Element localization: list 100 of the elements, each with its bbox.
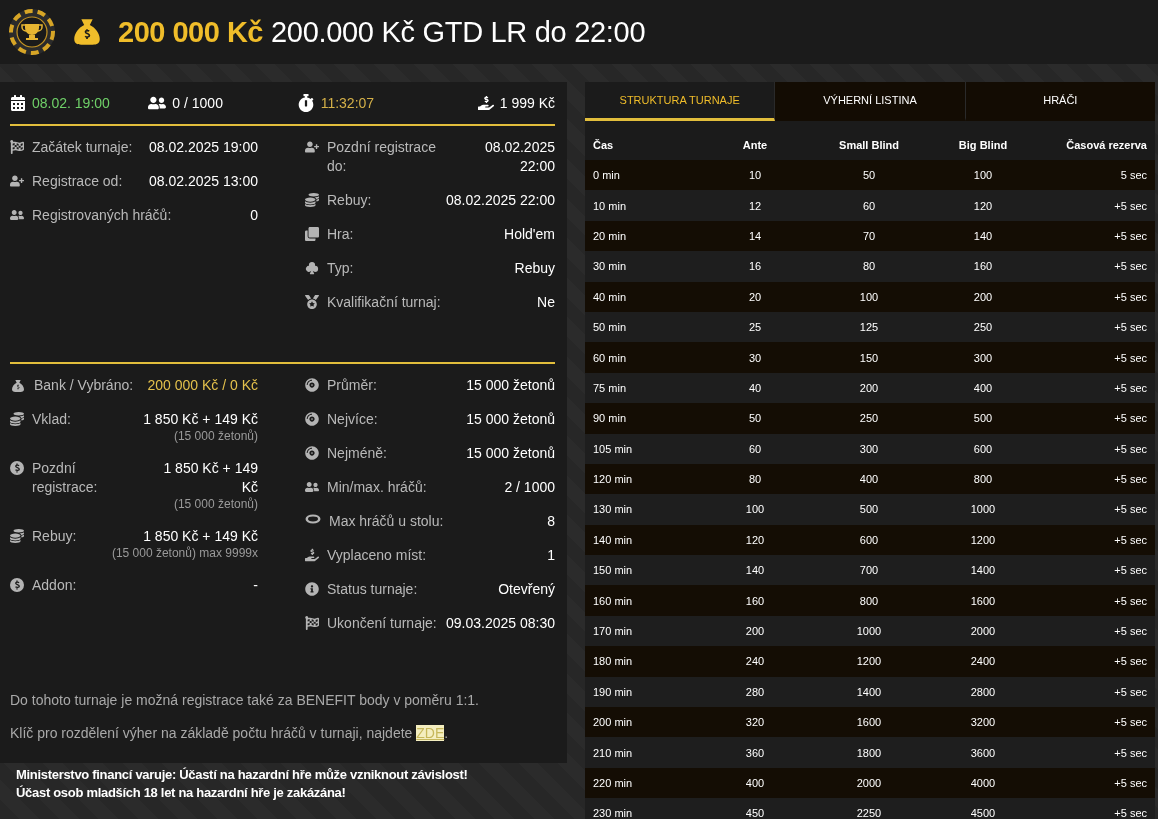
table-cell-text: 60	[747, 442, 763, 455]
table-cell-text: +5 sec	[1113, 351, 1147, 364]
table-cell-text: 200 min	[593, 716, 634, 729]
field-label: Status turnaje:	[327, 580, 418, 599]
tab[interactable]: VÝHERNÍ LISTINA	[775, 82, 966, 121]
field-value: 2 / 1000	[504, 478, 555, 497]
table-cell-text: +5 sec	[1113, 473, 1147, 486]
table-cell-text: 2250	[855, 807, 883, 819]
field-value: 08.02.2025 13:00	[149, 172, 258, 191]
table-cell-text: 120 min	[593, 473, 634, 486]
table-cell-text: 0 min	[593, 169, 621, 182]
field-label: Addon:	[32, 576, 77, 595]
column-header: Small Blind	[838, 138, 900, 151]
table-cell-text: 60	[861, 199, 877, 212]
club-suit-icon	[305, 261, 319, 275]
table-cell-text: +5 sec	[1113, 381, 1147, 394]
hand-coin-icon	[305, 548, 319, 562]
table-cell-text: 90 min	[593, 412, 628, 425]
table-cell-text: 140	[744, 564, 766, 577]
gambling-warning: Účast osob mladších 18 let na hazardní hře je zakázána!	[16, 785, 347, 800]
user-plus-icon	[305, 140, 319, 154]
field-value: 08.02.2025 22:00	[446, 191, 555, 210]
coins-icon	[10, 529, 24, 543]
table-cell-text: +5 sec	[1113, 503, 1147, 516]
field-value: 1 850 Kč + 149 Kč	[143, 527, 258, 546]
table-cell-text: +5 sec	[1113, 594, 1147, 607]
column-header: Big Blind	[957, 138, 1009, 151]
table-cell-text: 100	[744, 503, 766, 516]
table-cell-text: 1000	[855, 625, 883, 638]
table-cell-text: 20	[747, 290, 763, 303]
chips-note: (15 000 žetonů)	[173, 429, 258, 444]
table-cell-text: 3200	[969, 716, 997, 729]
prize-amount: 200 000 Kč	[118, 15, 263, 49]
table-cell-text: 400	[858, 473, 880, 486]
table-cell-text: 14	[747, 229, 763, 242]
table-cell-text: 50	[747, 412, 763, 425]
table-cell-text: 100	[972, 169, 994, 182]
field-value: 1	[547, 546, 555, 565]
field-value: Hold'em	[504, 225, 555, 244]
coins-icon	[305, 193, 319, 207]
stat-value: 1 999 Kč	[499, 95, 555, 111]
checkered-flag-icon	[10, 140, 24, 154]
table-cell-text: 2400	[969, 655, 997, 668]
table-cell-text: 30	[747, 351, 763, 364]
table-cell-text: 105 min	[593, 442, 634, 455]
table-cell-text: +5 sec	[1113, 685, 1147, 698]
field-label: Vklad:	[32, 410, 71, 429]
table-cell-text: 3600	[969, 746, 997, 759]
table-cell-text: +5 sec	[1113, 533, 1147, 546]
table-cell-text: 140 min	[593, 533, 634, 546]
field-value: 08.02.2025 22:00	[483, 138, 555, 176]
table-cell-text: 1200	[969, 533, 997, 546]
table-cell-text: +5 sec	[1113, 412, 1147, 425]
table-cell-text: 450	[744, 807, 766, 819]
table-cell-text: 400	[744, 777, 766, 789]
field-value: Rebuy	[514, 259, 555, 278]
dollar-coin-icon	[10, 461, 24, 475]
note-text: Do tohoto turnaje je možná registrace také za BENEFIT body v poměru 1:1.	[10, 692, 480, 708]
table-cell-text: 150 min	[593, 564, 634, 577]
field-value: Ne	[537, 293, 555, 312]
table-cell-text: 150	[858, 351, 880, 364]
table-cell-text: 220 min	[593, 777, 634, 789]
table-cell-text: 190 min	[593, 685, 634, 698]
table-cell-text: 200	[744, 625, 766, 638]
field-label: Max hráčů u stolu:	[329, 512, 444, 531]
table-cell-text: 70	[861, 229, 877, 242]
table-cell-text: 200	[858, 381, 880, 394]
stat-value: 11:32:07	[320, 95, 375, 111]
table-cell-text: 360	[744, 746, 766, 759]
field-label: Průměr:	[327, 376, 377, 395]
table-cell-text: 100	[858, 290, 880, 303]
table-cell-text: 5 sec	[1119, 169, 1147, 182]
chip-icon	[305, 378, 319, 392]
field-label: Typ:	[327, 259, 354, 278]
field-label: Pozdní registrace:	[32, 459, 99, 497]
table-cell-text: 75 min	[593, 381, 628, 394]
users-icon	[305, 480, 319, 494]
column-header: Ante	[741, 138, 769, 151]
calendar-icon	[10, 95, 26, 111]
field-value: Otevřený	[498, 580, 555, 599]
stopwatch-icon	[296, 94, 315, 112]
table-cell-text: +5 sec	[1113, 199, 1147, 212]
table-cell-text: 1200	[855, 655, 883, 668]
field-label: Hra:	[327, 225, 354, 244]
table-cell-text: 250	[972, 321, 994, 334]
table-cell-text: 50	[861, 169, 877, 182]
gambling-warning: Ministerstvo financí varuje: Účastí na hazardní hře může vzniknout závislost!	[16, 767, 469, 782]
info-icon	[305, 582, 319, 596]
table-cell-text: 300	[972, 351, 994, 364]
checkered-flag-icon	[305, 616, 319, 630]
field-value: 09.03.2025 08:30	[446, 614, 555, 633]
table-cell-text: 210 min	[593, 746, 634, 759]
field-label: Vyplaceno míst:	[327, 546, 427, 565]
field-value: 1 850 Kč + 149 Kč	[162, 459, 258, 497]
tab[interactable]: STRUKTURA TURNAJE	[585, 82, 776, 121]
table-cell-text: 600	[858, 533, 880, 546]
table-cell-text: 800	[858, 594, 880, 607]
column-header: Časová rezerva	[1065, 138, 1147, 151]
tab[interactable]: HRÁČI	[965, 82, 1155, 121]
table-cell-text: 300	[858, 442, 880, 455]
